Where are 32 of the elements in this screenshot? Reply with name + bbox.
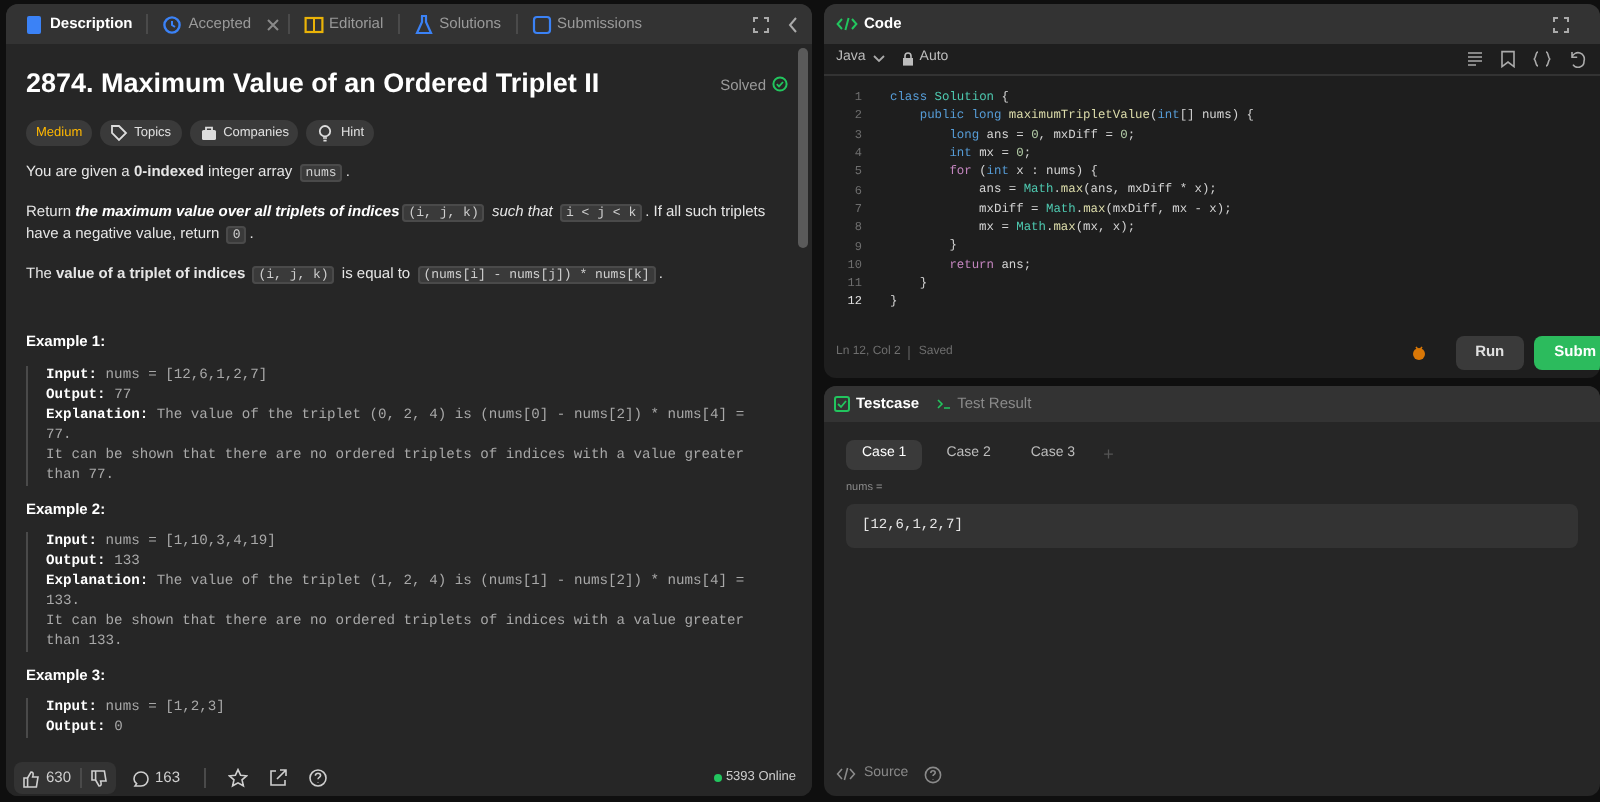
- bug-icon[interactable]: [1409, 343, 1428, 361]
- speech-bubble-icon: [131, 769, 150, 787]
- undo-icon[interactable]: [1568, 50, 1586, 68]
- expand-icon[interactable]: [752, 15, 770, 33]
- format-icon[interactable]: [1466, 50, 1484, 68]
- briefcase-icon: [199, 124, 218, 143]
- code-icon: [836, 16, 858, 32]
- star-icon[interactable]: [228, 768, 249, 788]
- share-icon[interactable]: [268, 768, 289, 788]
- thumbs-down-icon: [89, 769, 108, 787]
- close-icon[interactable]: [265, 17, 280, 31]
- thumbs-up-icon: [22, 769, 40, 787]
- code-icon: [836, 766, 856, 782]
- expand-icon[interactable]: [1552, 15, 1570, 33]
- help-icon[interactable]: [308, 768, 329, 788]
- tag-icon: [110, 124, 129, 143]
- problem-title: 2874. Maximum Value of an Ordered Triplet II: [26, 66, 600, 102]
- flask-icon: [413, 13, 434, 35]
- help-icon[interactable]: [924, 765, 943, 783]
- lightbulb-icon: [316, 124, 335, 143]
- checkbox-icon: [834, 396, 850, 412]
- lock-icon: [901, 52, 914, 66]
- bookmark-icon[interactable]: [1500, 50, 1516, 68]
- clock-icon: [162, 13, 183, 35]
- braces-icon[interactable]: [1532, 50, 1552, 68]
- scrollbar-thumb[interactable]: [798, 48, 808, 248]
- book-icon: [303, 13, 324, 35]
- terminal-icon: [935, 396, 952, 412]
- chevron-down-icon: [871, 54, 886, 64]
- document-icon: [24, 13, 44, 35]
- check-circle-icon: [772, 76, 788, 93]
- collapse-icon[interactable]: [786, 15, 800, 33]
